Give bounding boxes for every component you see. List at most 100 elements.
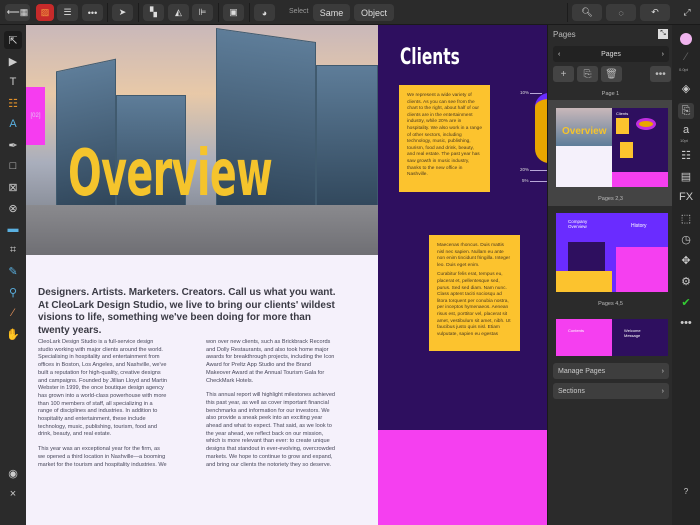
- pointer-icon: ➤: [118, 7, 127, 17]
- copy-icon: ⎘: [583, 68, 592, 80]
- add-page-button[interactable]: +: [553, 66, 574, 82]
- back-to-documents-button[interactable]: ⟵▦: [5, 4, 30, 21]
- thumbnail-pages-2-3[interactable]: Overview Clients: [556, 108, 668, 187]
- select-object-button[interactable]: Object: [354, 4, 394, 21]
- body-paragraph: won over new clients, such as Brickbrack…: [206, 339, 335, 384]
- boolean-icon: ◕: [261, 7, 268, 18]
- duplicate-page-button[interactable]: ⎘: [577, 66, 598, 82]
- document-canvas[interactable]: [02] Overview Designers. Artists. Market…: [26, 25, 547, 525]
- insert-button[interactable]: ▣: [223, 4, 244, 21]
- undo-button[interactable]: ↶: [640, 4, 670, 21]
- paragraph-icon[interactable]: ☷: [678, 147, 694, 163]
- nav-label: Pages: [601, 50, 621, 58]
- persona-icon[interactable]: ▨: [36, 4, 54, 21]
- snapping-button[interactable]: ◌: [606, 4, 636, 21]
- thumbnail-pages-4-5[interactable]: Company Overview History: [556, 213, 668, 292]
- help-icon[interactable]: ?: [678, 483, 694, 499]
- transparency-tool-icon[interactable]: ⚲: [4, 283, 22, 301]
- place-image-tool-icon[interactable]: ▬: [4, 220, 22, 238]
- body-column-2: won over new clients, such as Brickbrack…: [206, 339, 336, 476]
- arrange-button[interactable]: ▚: [143, 4, 164, 21]
- settings-icon[interactable]: ⚙: [678, 273, 694, 289]
- resources-icon[interactable]: ▤: [678, 168, 694, 184]
- grid-back-icon: ⟵▦: [6, 7, 29, 17]
- overview-heading: Overview: [68, 137, 273, 211]
- history-icon[interactable]: ◷: [678, 231, 694, 247]
- color-picker-tool-icon[interactable]: ⁄: [4, 304, 22, 322]
- fill-color-swatch[interactable]: [680, 33, 692, 45]
- lorem-text-box: Maecenas rhoncus. Duis mattis nisl nec s…: [429, 235, 520, 351]
- top-toolbar: ⟵▦ ▨ ☰ ••• ➤ ▚ ◭ ⊫ ▣ ◕ Select Same Objec…: [0, 0, 700, 25]
- magnifier-icon: 🔍︎: [581, 7, 593, 17]
- close-icon[interactable]: ×: [4, 485, 22, 503]
- clients-text-box: We represent a wide variety of clients. …: [399, 85, 490, 192]
- stroke-width-label: 0.0pt: [679, 67, 688, 72]
- align-button[interactable]: ⊫: [192, 4, 213, 21]
- panel-title: Pages: [553, 30, 576, 39]
- align-icon: ⊫: [198, 7, 207, 17]
- hamburger-icon: ☰: [63, 7, 72, 17]
- navigator-icon[interactable]: ✥: [678, 252, 694, 268]
- artistic-text-tool-icon[interactable]: A: [4, 115, 22, 133]
- trash-icon: 🗑︎: [605, 68, 618, 80]
- pin-icon[interactable]: ⤡: [658, 29, 668, 39]
- move-tool-button[interactable]: ➤: [112, 4, 133, 21]
- move-tool-icon[interactable]: ⇱: [4, 31, 22, 49]
- fill-tool-icon[interactable]: ✎: [4, 262, 22, 280]
- stroke-icon[interactable]: ⁄: [678, 49, 694, 65]
- prev-icon[interactable]: ‹: [558, 51, 560, 58]
- page-1-label: Page 1: [601, 91, 620, 97]
- sections-row[interactable]: Sections ›: [553, 383, 669, 399]
- fullscreen-button[interactable]: ⤢: [681, 4, 693, 21]
- magenta-footer-block: [378, 430, 547, 525]
- menu-button[interactable]: ☰: [57, 4, 78, 21]
- text-frame-tool-icon[interactable]: T: [4, 73, 22, 91]
- box-paragraph: Curabitur felis erat, tempus eu, placera…: [437, 272, 511, 337]
- color-wheel-icon[interactable]: ◉: [4, 464, 22, 482]
- select-same-button[interactable]: Same: [313, 4, 350, 21]
- preflight-icon[interactable]: ✔: [678, 294, 694, 310]
- body-column-1: CleoLark Design Studio is a full-service…: [38, 339, 168, 476]
- pie-label: 20%: [520, 167, 530, 172]
- page-number-tab: [02]: [26, 87, 45, 145]
- node-tool-icon[interactable]: ▶: [4, 52, 22, 70]
- picture-frame-tool-icon[interactable]: ⊠: [4, 178, 22, 196]
- pen-tool-icon[interactable]: ✒: [4, 136, 22, 154]
- fx-icon[interactable]: FX: [678, 189, 694, 205]
- manage-pages-row[interactable]: Manage Pages ›: [553, 363, 669, 379]
- insert-shape-icon: ▣: [229, 7, 238, 17]
- pages-nav: ‹ Pages ›: [553, 46, 669, 62]
- table-tool-icon[interactable]: ☷: [4, 94, 22, 112]
- pie-label: 5%: [522, 178, 529, 183]
- delete-page-button[interactable]: 🗑︎: [601, 66, 622, 82]
- boolean-button[interactable]: ◕: [254, 4, 275, 21]
- clients-heading: Clients: [400, 45, 460, 70]
- font-size-label: 10pt: [680, 138, 688, 143]
- zoom-button[interactable]: 🔍︎: [572, 4, 602, 21]
- arrange-icon: ▚: [150, 7, 157, 17]
- lead-paragraph: Designers. Artists. Marketers. Creators.…: [38, 287, 336, 336]
- more-icon[interactable]: •••: [678, 315, 694, 331]
- body-paragraph: This annual report will highlight milest…: [206, 392, 336, 468]
- chevron-right-icon: ›: [661, 367, 664, 375]
- text-style-icon[interactable]: a: [678, 122, 694, 138]
- ellipse-frame-tool-icon[interactable]: ⊗: [4, 199, 22, 217]
- page-options-button[interactable]: •••: [650, 66, 671, 82]
- transform-icon[interactable]: ⬚: [678, 210, 694, 226]
- rectangle-tool-icon[interactable]: □: [4, 157, 22, 175]
- tools-sidebar: ⇱ ▶ T ☷ A ✒ □ ⊠ ⊗ ▬ ⌗ ✎ ⚲ ⁄ ✋ ◉ ×: [0, 25, 26, 525]
- layers-icon[interactable]: ◈: [678, 80, 694, 96]
- more-button[interactable]: •••: [82, 4, 103, 21]
- hand-tool-icon[interactable]: ✋: [4, 325, 22, 343]
- page-overview: [02] Overview Designers. Artists. Market…: [26, 25, 378, 525]
- plus-icon: +: [560, 68, 567, 80]
- expand-icon: ⤢: [683, 7, 691, 17]
- pie-chart-graphic: [535, 93, 547, 163]
- flip-button[interactable]: ◭: [168, 4, 189, 21]
- pages-icon[interactable]: ⎘: [678, 103, 694, 119]
- spread-2-3-label: Pages 2,3: [598, 196, 623, 202]
- crop-tool-icon[interactable]: ⌗: [4, 241, 22, 259]
- thumbnail-pages-6-7[interactable]: Contents Welcome Message: [556, 319, 668, 356]
- spread-4-5-label: Pages 4,5: [598, 301, 623, 307]
- next-icon[interactable]: ›: [662, 51, 664, 58]
